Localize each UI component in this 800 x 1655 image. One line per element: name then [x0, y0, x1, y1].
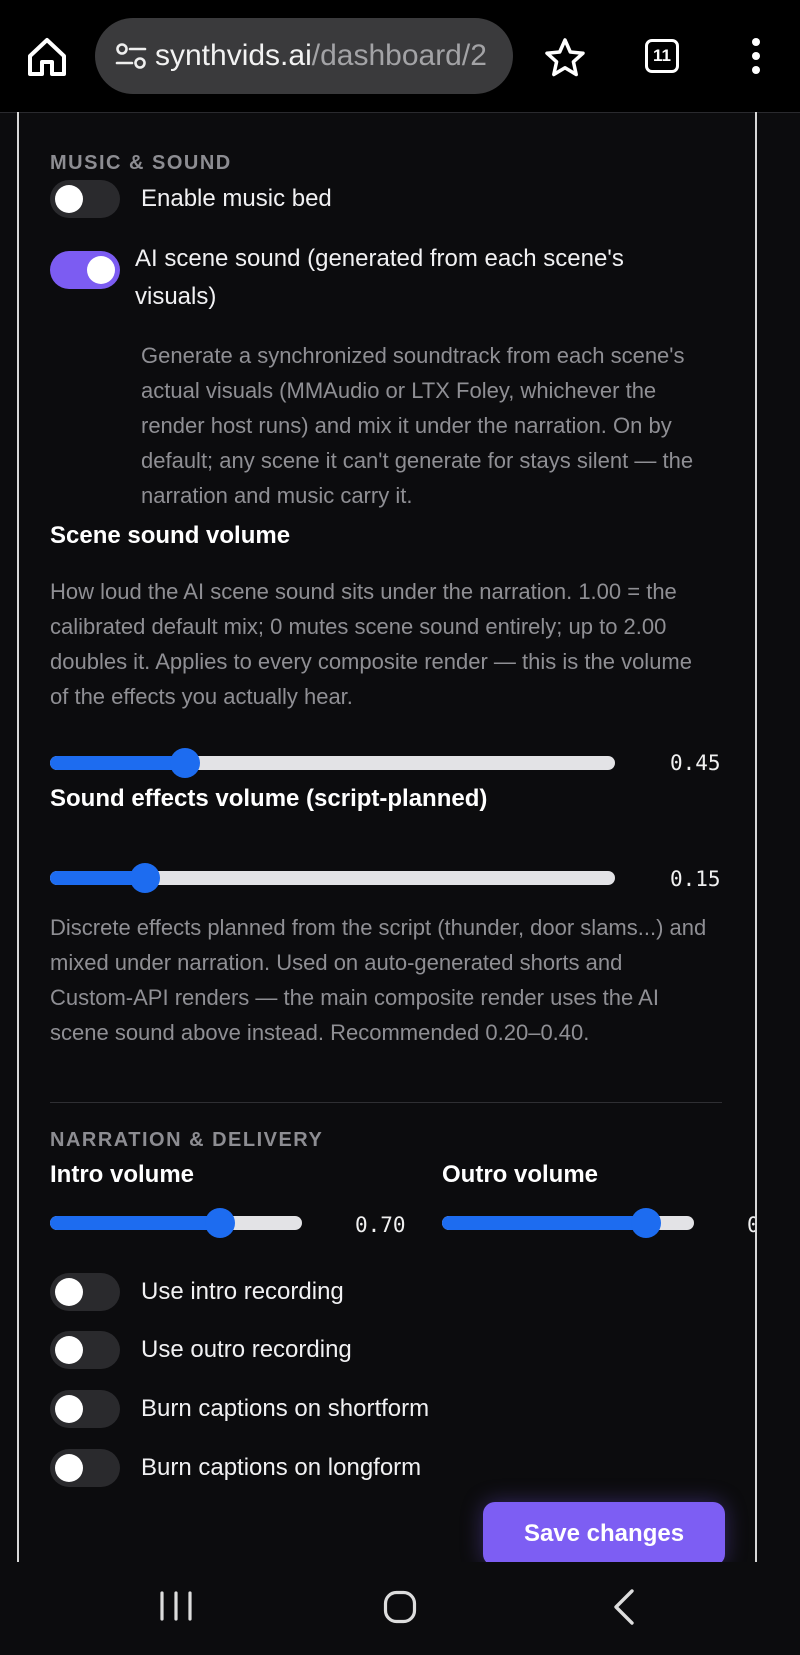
- slider-thumb[interactable]: [170, 748, 201, 778]
- scene-sound-volume-label: Scene sound volume: [50, 522, 291, 549]
- music-bed-toggle[interactable]: [50, 180, 120, 218]
- tab-switcher-button[interactable]: 11: [645, 39, 679, 73]
- section-divider: [50, 1102, 722, 1103]
- home-icon[interactable]: [24, 34, 70, 80]
- sfx-volume-slider[interactable]: [50, 863, 615, 893]
- ai-scene-sound-description: Generate a synchronized soundtrack from …: [141, 343, 694, 508]
- scene-sound-volume-slider[interactable]: [50, 748, 615, 778]
- outro-recording-label: Use outro recording: [141, 1336, 352, 1363]
- settings-panel: MUSIC & SOUND Enable music bed AI scene …: [17, 112, 757, 1562]
- sfx-volume-description: Discrete effects planned from the script…: [50, 915, 707, 1045]
- captions-longform-toggle[interactable]: [50, 1449, 120, 1487]
- captions-shortform-toggle[interactable]: [50, 1390, 120, 1428]
- recent-apps-icon[interactable]: [158, 1590, 194, 1622]
- sfx-volume-value: 0.15: [670, 867, 721, 891]
- intro-volume-label: Intro volume: [50, 1161, 195, 1188]
- address-bar[interactable]: synthvids.ai/dashboard/2: [95, 18, 513, 94]
- nav-home-icon[interactable]: [383, 1590, 417, 1624]
- ai-scene-sound-label: AI scene sound (generated from each scen…: [135, 245, 624, 310]
- outro-recording-toggle[interactable]: [50, 1331, 120, 1369]
- outro-volume-slider[interactable]: [442, 1208, 694, 1238]
- slider-thumb[interactable]: [630, 1208, 661, 1238]
- outro-volume-label: Outro volume: [442, 1161, 599, 1188]
- outro-volume-value: 0.85: [747, 1213, 755, 1237]
- music-bed-label: Enable music bed: [141, 185, 332, 212]
- more-menu-icon[interactable]: [742, 38, 770, 78]
- intro-volume-slider[interactable]: [50, 1208, 302, 1238]
- sfx-volume-label: Sound effects volume (script-planned): [50, 785, 488, 812]
- system-nav-bar: [0, 1562, 800, 1655]
- browser-toolbar: synthvids.ai/dashboard/2 11: [0, 0, 800, 113]
- save-changes-button[interactable]: Save changes: [483, 1502, 725, 1566]
- intro-volume-value: 0.70: [355, 1213, 406, 1237]
- slider-thumb[interactable]: [130, 863, 161, 893]
- captions-shortform-label: Burn captions on shortform: [141, 1395, 430, 1422]
- captions-longform-label: Burn captions on longform: [141, 1454, 422, 1481]
- url-path: /dashboard/2: [311, 39, 487, 72]
- ai-scene-sound-toggle[interactable]: [50, 251, 120, 289]
- url-host: synthvids.ai: [155, 39, 312, 72]
- music-sound-section-title: MUSIC & SOUND: [50, 152, 232, 174]
- intro-recording-toggle[interactable]: [50, 1273, 120, 1311]
- slider-thumb[interactable]: [205, 1208, 236, 1238]
- bookmark-star-icon[interactable]: [543, 36, 587, 80]
- narration-section-title: NARRATION & DELIVERY: [50, 1129, 324, 1151]
- site-settings-icon[interactable]: [115, 42, 147, 70]
- intro-recording-label: Use intro recording: [141, 1278, 344, 1305]
- scene-sound-volume-description: How loud the AI scene sound sits under t…: [50, 579, 692, 709]
- url-text[interactable]: synthvids.ai/dashboard/2: [155, 18, 505, 94]
- scene-sound-volume-value: 0.45: [670, 751, 721, 775]
- back-icon[interactable]: [612, 1588, 636, 1626]
